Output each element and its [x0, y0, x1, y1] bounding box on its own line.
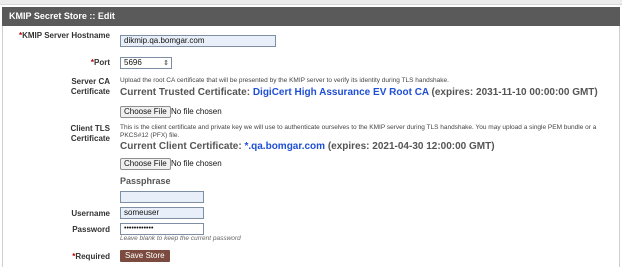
server-ca-choose-file-button[interactable]: Choose File — [120, 106, 171, 118]
hostname-input[interactable]: dikmip.qa.bomgar.com — [120, 35, 276, 47]
server-ca-file-status: No file chosen — [171, 107, 222, 116]
required-legend: *Required — [72, 252, 110, 261]
server-ca-cn: DigiCert High Assurance EV Root CA — [252, 87, 429, 98]
client-tls-file-status: No file chosen — [171, 159, 222, 168]
port-value: 5696 — [124, 58, 142, 67]
client-tls-label: Client TLS Certificate — [70, 124, 110, 143]
port-input[interactable]: 5696 ⇕ — [120, 57, 172, 69]
passphrase-label: Passphrase — [120, 176, 171, 186]
server-ca-label: Server CA Certificate — [70, 77, 110, 96]
client-tls-help: This is the client certificate and priva… — [120, 124, 597, 139]
passphrase-input[interactable] — [120, 191, 204, 203]
password-input[interactable]: •••••••••••• — [120, 223, 204, 235]
server-ca-current: Current Trusted Certificate: DigiCert Hi… — [120, 87, 598, 98]
client-tls-choose-file-button[interactable]: Choose File — [120, 158, 171, 170]
hostname-label: *KMIP Server Hostname — [18, 31, 110, 40]
client-tls-current: Current Client Certificate: *.qa.bomgar.… — [120, 141, 495, 152]
edit-form-panel: *KMIP Server Hostname dikmip.qa.bomgar.c… — [2, 26, 620, 267]
password-label: Password — [72, 225, 110, 234]
username-input[interactable]: someuser — [120, 207, 204, 219]
page-title: KMIP Secret Store :: Edit — [2, 7, 620, 26]
username-label: Username — [71, 209, 110, 218]
stepper-icon[interactable]: ⇕ — [163, 59, 169, 69]
password-hint: Leave blank to keep the current password — [120, 235, 241, 242]
server-ca-help: Upload the root CA certificate that will… — [120, 77, 449, 84]
save-store-button[interactable]: Save Store — [120, 250, 170, 262]
port-label: *Port — [90, 58, 110, 67]
top-divider — [0, 0, 622, 5]
client-tls-cn: *.qa.bomgar.com — [244, 141, 326, 152]
